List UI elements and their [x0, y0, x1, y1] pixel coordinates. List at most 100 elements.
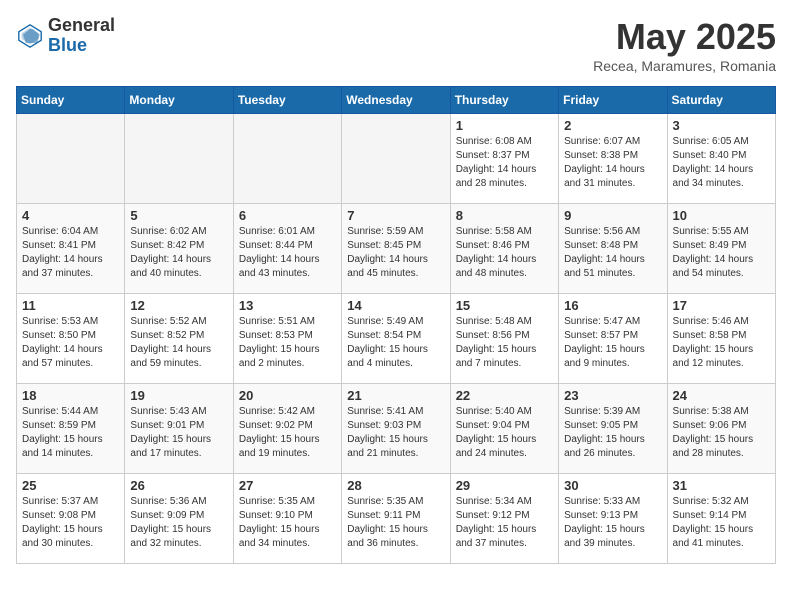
- day-info: Sunrise: 5:40 AM Sunset: 9:04 PM Dayligh…: [456, 405, 553, 461]
- weekday-header-saturday: Saturday: [667, 87, 775, 114]
- day-info: Sunrise: 5:59 AM Sunset: 8:45 PM Dayligh…: [347, 225, 444, 281]
- day-number: 2: [564, 118, 661, 133]
- weekday-header-monday: Monday: [125, 87, 233, 114]
- calendar-day-cell: 2 Sunrise: 6:07 AM Sunset: 8:38 PM Daylig…: [559, 114, 667, 204]
- day-info: Sunrise: 5:46 AM Sunset: 8:58 PM Dayligh…: [673, 315, 770, 371]
- calendar-day-cell: 24 Sunrise: 5:38 AM Sunset: 9:06 PM Dayli…: [667, 384, 775, 474]
- calendar-day-cell: 9Sunrise: 5:56 AM Sunset: 8:48 PM Daylig…: [559, 204, 667, 294]
- calendar-day-cell: 1 Sunrise: 6:08 AM Sunset: 8:37 PM Daylig…: [450, 114, 558, 204]
- day-info: Sunrise: 5:35 AM Sunset: 9:10 PM Dayligh…: [239, 495, 336, 551]
- calendar-day-cell: 11 Sunrise: 5:53 AM Sunset: 8:50 PM Dayli…: [17, 294, 125, 384]
- calendar-day-cell: 15Sunrise: 5:48 AM Sunset: 8:56 PM Dayli…: [450, 294, 558, 384]
- day-info: Sunrise: 6:08 AM Sunset: 8:37 PM Dayligh…: [456, 135, 553, 191]
- calendar-day-cell: [233, 114, 341, 204]
- day-info: Sunrise: 5:38 AM Sunset: 9:06 PM Dayligh…: [673, 405, 770, 461]
- logo-text: General Blue: [48, 16, 115, 56]
- calendar-day-cell: 18 Sunrise: 5:44 AM Sunset: 8:59 PM Dayli…: [17, 384, 125, 474]
- day-number: 4: [22, 208, 119, 223]
- calendar-week-row: 4 Sunrise: 6:04 AM Sunset: 8:41 PM Daylig…: [17, 204, 776, 294]
- calendar-day-cell: 31Sunrise: 5:32 AM Sunset: 9:14 PM Dayli…: [667, 474, 775, 564]
- calendar-week-row: 11 Sunrise: 5:53 AM Sunset: 8:50 PM Dayli…: [17, 294, 776, 384]
- calendar-day-cell: 13Sunrise: 5:51 AM Sunset: 8:53 PM Dayli…: [233, 294, 341, 384]
- day-info: Sunrise: 5:55 AM Sunset: 8:49 PM Dayligh…: [673, 225, 770, 281]
- day-number: 20: [239, 388, 336, 403]
- day-number: 29: [456, 478, 553, 493]
- day-number: 16: [564, 298, 661, 313]
- day-info: Sunrise: 6:01 AM Sunset: 8:44 PM Dayligh…: [239, 225, 336, 281]
- day-info: Sunrise: 5:37 AM Sunset: 9:08 PM Dayligh…: [22, 495, 119, 551]
- day-number: 30: [564, 478, 661, 493]
- day-number: 1: [456, 118, 553, 133]
- day-info: Sunrise: 5:49 AM Sunset: 8:54 PM Dayligh…: [347, 315, 444, 371]
- calendar-week-row: 25 Sunrise: 5:37 AM Sunset: 9:08 PM Dayli…: [17, 474, 776, 564]
- day-info: Sunrise: 5:52 AM Sunset: 8:52 PM Dayligh…: [130, 315, 227, 371]
- calendar-day-cell: 12Sunrise: 5:52 AM Sunset: 8:52 PM Dayli…: [125, 294, 233, 384]
- logo: General Blue: [16, 16, 115, 56]
- weekday-header-thursday: Thursday: [450, 87, 558, 114]
- day-number: 31: [673, 478, 770, 493]
- day-number: 26: [130, 478, 227, 493]
- day-number: 24: [673, 388, 770, 403]
- day-number: 21: [347, 388, 444, 403]
- day-number: 25: [22, 478, 119, 493]
- day-info: Sunrise: 5:47 AM Sunset: 8:57 PM Dayligh…: [564, 315, 661, 371]
- day-number: 7: [347, 208, 444, 223]
- weekday-header-wednesday: Wednesday: [342, 87, 450, 114]
- day-info: Sunrise: 6:07 AM Sunset: 8:38 PM Dayligh…: [564, 135, 661, 191]
- day-info: Sunrise: 5:48 AM Sunset: 8:56 PM Dayligh…: [456, 315, 553, 371]
- day-number: 10: [673, 208, 770, 223]
- calendar-day-cell: 23Sunrise: 5:39 AM Sunset: 9:05 PM Dayli…: [559, 384, 667, 474]
- calendar-week-row: 18 Sunrise: 5:44 AM Sunset: 8:59 PM Dayli…: [17, 384, 776, 474]
- calendar-day-cell: 22 Sunrise: 5:40 AM Sunset: 9:04 PM Dayli…: [450, 384, 558, 474]
- calendar-day-cell: 21Sunrise: 5:41 AM Sunset: 9:03 PM Dayli…: [342, 384, 450, 474]
- calendar-day-cell: 10 Sunrise: 5:55 AM Sunset: 8:49 PM Dayli…: [667, 204, 775, 294]
- day-number: 28: [347, 478, 444, 493]
- weekday-header-row: SundayMondayTuesdayWednesdayThursdayFrid…: [17, 87, 776, 114]
- day-info: Sunrise: 6:04 AM Sunset: 8:41 PM Dayligh…: [22, 225, 119, 281]
- calendar-day-cell: 20 Sunrise: 5:42 AM Sunset: 9:02 PM Dayli…: [233, 384, 341, 474]
- calendar-day-cell: 16 Sunrise: 5:47 AM Sunset: 8:57 PM Dayli…: [559, 294, 667, 384]
- day-info: Sunrise: 5:44 AM Sunset: 8:59 PM Dayligh…: [22, 405, 119, 461]
- day-info: Sunrise: 5:53 AM Sunset: 8:50 PM Dayligh…: [22, 315, 119, 371]
- calendar-day-cell: 17 Sunrise: 5:46 AM Sunset: 8:58 PM Dayli…: [667, 294, 775, 384]
- calendar-day-cell: 30 Sunrise: 5:33 AM Sunset: 9:13 PM Dayli…: [559, 474, 667, 564]
- calendar-week-row: 1 Sunrise: 6:08 AM Sunset: 8:37 PM Daylig…: [17, 114, 776, 204]
- day-number: 8: [456, 208, 553, 223]
- month-year-title: May 2025: [593, 16, 776, 58]
- logo-blue-text: Blue: [48, 36, 115, 56]
- calendar-day-cell: [17, 114, 125, 204]
- calendar-day-cell: 5 Sunrise: 6:02 AM Sunset: 8:42 PM Daylig…: [125, 204, 233, 294]
- day-number: 18: [22, 388, 119, 403]
- calendar-day-cell: 25 Sunrise: 5:37 AM Sunset: 9:08 PM Dayli…: [17, 474, 125, 564]
- day-info: Sunrise: 5:39 AM Sunset: 9:05 PM Dayligh…: [564, 405, 661, 461]
- day-number: 11: [22, 298, 119, 313]
- location-subtitle: Recea, Maramures, Romania: [593, 58, 776, 74]
- day-info: Sunrise: 5:35 AM Sunset: 9:11 PM Dayligh…: [347, 495, 444, 551]
- calendar-day-cell: 6 Sunrise: 6:01 AM Sunset: 8:44 PM Daylig…: [233, 204, 341, 294]
- calendar-day-cell: 3Sunrise: 6:05 AM Sunset: 8:40 PM Daylig…: [667, 114, 775, 204]
- calendar-day-cell: 8 Sunrise: 5:58 AM Sunset: 8:46 PM Daylig…: [450, 204, 558, 294]
- day-info: Sunrise: 5:43 AM Sunset: 9:01 PM Dayligh…: [130, 405, 227, 461]
- day-number: 22: [456, 388, 553, 403]
- day-number: 17: [673, 298, 770, 313]
- day-number: 5: [130, 208, 227, 223]
- day-info: Sunrise: 5:42 AM Sunset: 9:02 PM Dayligh…: [239, 405, 336, 461]
- calendar-day-cell: [342, 114, 450, 204]
- calendar-day-cell: 28 Sunrise: 5:35 AM Sunset: 9:11 PM Dayli…: [342, 474, 450, 564]
- day-number: 19: [130, 388, 227, 403]
- day-info: Sunrise: 5:56 AM Sunset: 8:48 PM Dayligh…: [564, 225, 661, 281]
- calendar-day-cell: 19 Sunrise: 5:43 AM Sunset: 9:01 PM Dayli…: [125, 384, 233, 474]
- day-number: 14: [347, 298, 444, 313]
- calendar-day-cell: 29 Sunrise: 5:34 AM Sunset: 9:12 PM Dayli…: [450, 474, 558, 564]
- weekday-header-tuesday: Tuesday: [233, 87, 341, 114]
- day-info: Sunrise: 5:36 AM Sunset: 9:09 PM Dayligh…: [130, 495, 227, 551]
- day-info: Sunrise: 5:58 AM Sunset: 8:46 PM Dayligh…: [456, 225, 553, 281]
- day-number: 3: [673, 118, 770, 133]
- weekday-header-sunday: Sunday: [17, 87, 125, 114]
- day-number: 13: [239, 298, 336, 313]
- day-info: Sunrise: 5:34 AM Sunset: 9:12 PM Dayligh…: [456, 495, 553, 551]
- day-number: 6: [239, 208, 336, 223]
- day-info: Sunrise: 5:33 AM Sunset: 9:13 PM Dayligh…: [564, 495, 661, 551]
- title-block: May 2025 Recea, Maramures, Romania: [593, 16, 776, 74]
- day-info: Sunrise: 6:02 AM Sunset: 8:42 PM Dayligh…: [130, 225, 227, 281]
